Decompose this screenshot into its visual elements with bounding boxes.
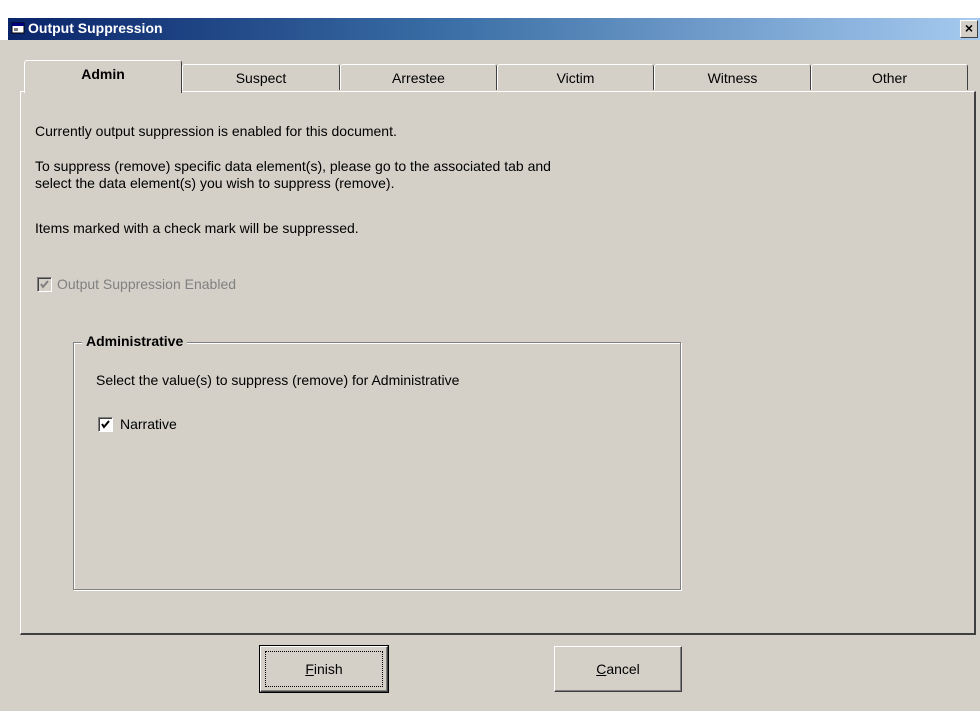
status-text: Currently output suppression is enabled … [35, 123, 397, 139]
output-suppression-dialog: Output Suppression × Admin Suspect Arres… [0, 0, 980, 711]
cancel-button[interactable]: Cancel [554, 646, 682, 692]
tab-other-label: Other [871, 70, 907, 86]
output-suppression-enabled-checkbox [37, 277, 52, 292]
tab-victim[interactable]: Victim [497, 64, 654, 90]
admin-tab-panel: Currently output suppression is enabled … [20, 91, 976, 635]
dialog-client-area: Admin Suspect Arrestee Victim Witness Ot… [8, 40, 980, 711]
finish-button[interactable]: Finish [259, 645, 389, 693]
cancel-label-rest: ancel [606, 661, 640, 677]
tab-witness[interactable]: Witness [654, 64, 811, 90]
app-window-icon [11, 22, 25, 34]
group-prompt: Select the value(s) to suppress (remove)… [96, 372, 460, 388]
title-bar-area: Output Suppression × [0, 0, 980, 40]
instruction-line-1: To suppress (remove) specific data eleme… [35, 158, 551, 174]
focus-rectangle [265, 651, 383, 687]
tab-admin-label: Admin [81, 66, 125, 82]
tab-victim-label: Victim [556, 70, 595, 86]
title-bar[interactable]: Output Suppression × [8, 18, 980, 40]
note-text: Items marked with a check mark will be s… [35, 220, 359, 236]
instruction-line-2: select the data element(s) you wish to s… [35, 175, 395, 191]
tab-admin[interactable]: Admin [24, 60, 182, 93]
cancel-mnemonic: C [596, 661, 607, 677]
narrative-label[interactable]: Narrative [120, 416, 177, 432]
narrative-checkbox[interactable] [98, 417, 113, 432]
administrative-group-title: Administrative [82, 333, 188, 349]
tab-witness-label: Witness [707, 70, 758, 86]
output-suppression-enabled-label: Output Suppression Enabled [57, 276, 237, 292]
window-title: Output Suppression [28, 20, 163, 36]
tab-arrestee-label: Arrestee [392, 70, 445, 86]
tab-other[interactable]: Other [811, 64, 968, 90]
tab-suspect[interactable]: Suspect [182, 64, 340, 90]
tab-suspect-label: Suspect [235, 70, 287, 86]
administrative-group: Administrative Select the value(s) to su… [73, 333, 681, 590]
close-icon[interactable]: × [960, 20, 978, 38]
checkmark-icon [40, 280, 49, 289]
tab-arrestee[interactable]: Arrestee [340, 64, 497, 90]
checkmark-icon [101, 420, 110, 429]
